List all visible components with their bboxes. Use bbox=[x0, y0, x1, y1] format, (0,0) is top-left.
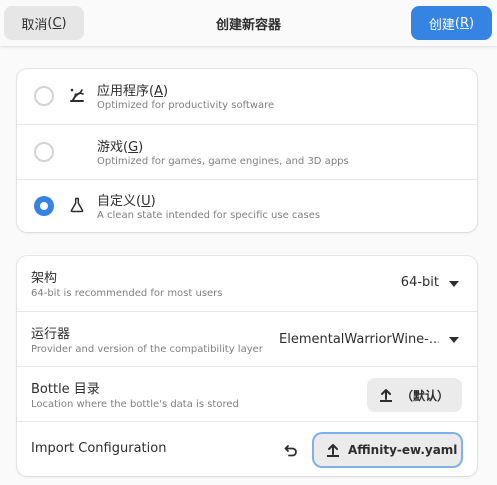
env-row-application[interactable]: 应用程序(A) Optimized for productivity softw… bbox=[17, 69, 477, 124]
bottle-dir-button-label: （默认） bbox=[401, 388, 450, 403]
robot-arm-icon bbox=[70, 88, 84, 102]
application-radio[interactable] bbox=[34, 86, 54, 106]
settings-list: 架构 64-bit is recommended for most users … bbox=[17, 256, 477, 476]
import-config-button-label: Affinity-ew.yaml bbox=[348, 443, 458, 457]
env-title-gaming: 游戏(G) bbox=[97, 140, 144, 155]
upload-icon bbox=[327, 444, 339, 457]
env-subtitle-custom: A clean state intended for specific use … bbox=[97, 210, 321, 221]
environment-list: 应用程序(A) Optimized for productivity softw… bbox=[17, 69, 477, 232]
env-title-custom: 自定义(U) bbox=[97, 194, 156, 209]
header-bar: 取消(C) 创建新容器 创建(R) bbox=[0, 0, 497, 46]
runner-chevron-down-icon[interactable] bbox=[449, 337, 459, 343]
bottle-dir-row: Bottle 目录 Location where the bottle's da… bbox=[17, 366, 477, 421]
env-title-application: 应用程序(A) bbox=[97, 84, 169, 99]
bottle-dir-label: Bottle 目录 bbox=[31, 382, 100, 397]
custom-mnemonic: U bbox=[141, 194, 151, 209]
create-button[interactable]: 创建(R) bbox=[411, 6, 492, 40]
flask-icon bbox=[70, 197, 84, 213]
runner-dropdown-value[interactable]: ElementalWarriorWine-... bbox=[279, 332, 439, 347]
import-config-row: Import Configuration Affinity-ew.yaml bbox=[17, 421, 477, 476]
custom-radio[interactable] bbox=[34, 196, 54, 216]
gaming-mnemonic: G bbox=[128, 140, 139, 155]
undo-icon[interactable] bbox=[284, 443, 298, 457]
architecture-chevron-down-icon[interactable] bbox=[449, 281, 459, 287]
env-row-custom[interactable]: 自定义(U) A clean state intended for specif… bbox=[17, 179, 477, 232]
architecture-dropdown-value[interactable]: 64-bit bbox=[401, 275, 439, 290]
bottle-dir-button[interactable]: （默认） bbox=[367, 378, 462, 412]
custom-label: 自定义 bbox=[97, 194, 137, 209]
import-config-label: Import Configuration bbox=[31, 441, 167, 456]
application-mnemonic: A bbox=[154, 84, 163, 99]
architecture-subtitle: 64-bit is recommended for most users bbox=[31, 288, 223, 299]
runner-row[interactable]: 运行器 Provider and version of the compatib… bbox=[17, 311, 477, 366]
runner-label: 运行器 bbox=[31, 327, 71, 342]
application-label: 应用程序 bbox=[97, 84, 150, 99]
architecture-label: 架构 bbox=[31, 271, 58, 286]
runner-subtitle: Provider and version of the compatibilit… bbox=[31, 344, 263, 355]
create-label: 创建 bbox=[428, 17, 455, 33]
env-row-gaming[interactable]: 游戏(G) Optimized for games, game engines,… bbox=[17, 124, 477, 179]
upload-icon bbox=[380, 389, 392, 402]
gaming-radio[interactable] bbox=[34, 142, 54, 162]
create-mnemonic: R bbox=[459, 15, 470, 31]
import-config-button[interactable]: Affinity-ew.yaml bbox=[314, 434, 461, 466]
bottle-dir-subtitle: Location where the bottle's data is stor… bbox=[31, 399, 239, 410]
env-subtitle-application: Optimized for productivity software bbox=[97, 100, 275, 111]
architecture-row[interactable]: 架构 64-bit is recommended for most users … bbox=[17, 256, 477, 311]
env-subtitle-gaming: Optimized for games, game engines, and 3… bbox=[97, 156, 349, 167]
gaming-label: 游戏 bbox=[97, 140, 124, 155]
